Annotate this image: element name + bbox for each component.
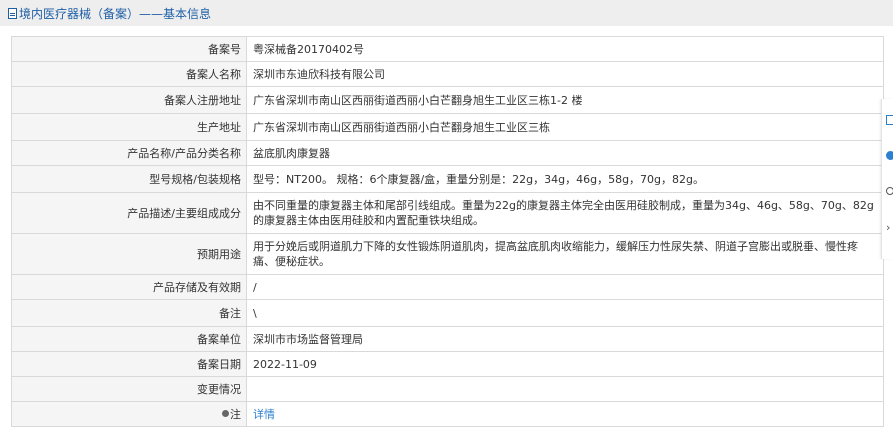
row-value-product-name: 盆底肌肉康复器 [246, 140, 884, 166]
row-label-change-status: 变更情况 [11, 376, 247, 402]
document-icon[interactable] [886, 115, 893, 125]
row-label-note: 注 [11, 401, 247, 427]
page-title: 境内医疗器械（备案）——基本信息 [19, 6, 212, 21]
document-icon [8, 7, 17, 19]
table-row: 备案单位 深圳市市场监督管理局 [11, 326, 884, 352]
pin-icon [222, 410, 229, 417]
page-title-bar: 境内医疗器械（备案）——基本信息 [0, 0, 893, 26]
table-row: 产品名称/产品分类名称 盆底肌肉康复器 [11, 140, 884, 166]
row-value-model-spec: 型号：NT200。 规格：6个康复器/盒，重量分别是：22g，34g，46g，5… [246, 165, 884, 193]
row-label-filing-number: 备案号 [11, 36, 247, 62]
table-row: 产品存储及有效期 / [11, 274, 884, 300]
row-value-note: 详情 [246, 401, 884, 427]
table-row: 备案日期 2022-11-09 [11, 351, 884, 377]
row-value-product-description: 由不同重量的康复器主体和尾部引线组成。重量为22g的康复器主体完全由医用硅胶制成… [246, 192, 884, 234]
row-label-production-address: 生产地址 [11, 113, 247, 141]
row-label-storage-validity: 产品存储及有效期 [11, 274, 247, 300]
row-value-registrant-name: 深圳市东迪欣科技有限公司 [246, 61, 884, 87]
row-label-model-spec: 型号规格/包装规格 [11, 165, 247, 193]
table-row: 备注 \ [11, 299, 884, 327]
table-row: 产品描述/主要组成成分 由不同重量的康复器主体和尾部引线组成。重量为22g的康复… [11, 192, 884, 234]
row-label-registrant-name: 备案人名称 [11, 61, 247, 87]
row-label-intended-use: 预期用途 [11, 233, 247, 275]
details-link[interactable]: 详情 [253, 408, 275, 421]
search-icon[interactable] [886, 187, 893, 195]
row-value-filing-date: 2022-11-09 [246, 351, 884, 377]
row-label-remarks: 备注 [11, 299, 247, 327]
table-row: 预期用途 用于分娩后或阴道肌力下降的女性锻炼阴道肌肉，提高盆底肌肉收缩能力，缓解… [11, 233, 884, 275]
side-toolbar: › [881, 99, 893, 259]
row-value-registrant-address: 广东省深圳市南山区西丽街道西丽小白芒翻身旭生工业区三栋1-2 楼 [246, 86, 884, 114]
table-row: 型号规格/包装规格 型号：NT200。 规格：6个康复器/盒，重量分别是：22g… [11, 165, 884, 193]
table-row: 注 详情 [11, 401, 884, 427]
basic-info-table: 备案号 粤深械备20170402号 备案人名称 深圳市东迪欣科技有限公司 备案人… [11, 36, 884, 427]
row-value-storage-validity: / [246, 274, 884, 300]
row-label-product-description: 产品描述/主要组成成分 [11, 192, 247, 234]
row-label-product-name: 产品名称/产品分类名称 [11, 140, 247, 166]
row-value-remarks: \ [246, 299, 884, 327]
note-label: 注 [230, 407, 241, 421]
table-row: 变更情况 [11, 376, 884, 402]
row-label-filing-date: 备案日期 [11, 351, 247, 377]
table-row: 备案号 粤深械备20170402号 [11, 36, 884, 62]
row-label-filing-unit: 备案单位 [11, 326, 247, 352]
row-value-production-address: 广东省深圳市南山区西丽街道西丽小白芒翻身旭生工业区三栋 [246, 113, 884, 141]
table-row: 生产地址 广东省深圳市南山区西丽街道西丽小白芒翻身旭生工业区三栋 [11, 113, 884, 141]
circle-icon[interactable] [886, 151, 893, 160]
row-value-filing-number: 粤深械备20170402号 [246, 36, 884, 62]
row-value-intended-use: 用于分娩后或阴道肌力下降的女性锻炼阴道肌肉，提高盆底肌肉收缩能力，缓解压力性尿失… [246, 233, 884, 275]
chevron-right-icon[interactable]: › [886, 222, 890, 233]
row-value-filing-unit: 深圳市市场监督管理局 [246, 326, 884, 352]
table-row: 备案人名称 深圳市东迪欣科技有限公司 [11, 61, 884, 87]
table-row: 备案人注册地址 广东省深圳市南山区西丽街道西丽小白芒翻身旭生工业区三栋1-2 楼 [11, 86, 884, 114]
row-label-registrant-address: 备案人注册地址 [11, 86, 247, 114]
row-value-change-status [246, 376, 884, 402]
